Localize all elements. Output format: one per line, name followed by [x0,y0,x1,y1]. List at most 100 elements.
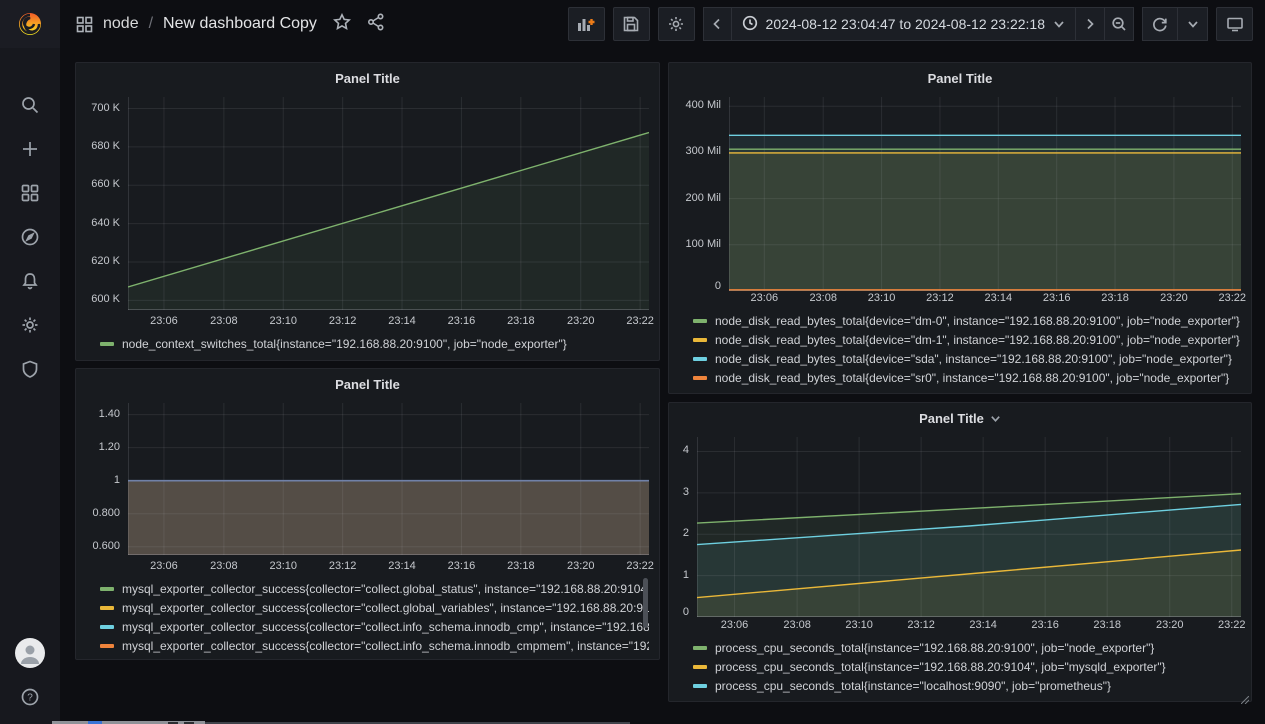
time-picker-group: 2024-08-12 23:04:47 to 2024-08-12 23:22:… [703,7,1134,41]
x-tick-label: 23:08 [783,619,811,631]
panel-header[interactable]: Panel Title [76,369,659,399]
legend-swatch-icon [693,376,707,380]
legend-swatch-icon [100,644,114,648]
user-avatar[interactable] [15,638,45,668]
legend-item[interactable]: node_disk_read_bytes_total{device="sr0",… [693,368,1241,387]
panel-title: Panel Title [919,411,984,426]
refresh-button[interactable] [1142,7,1178,41]
zoom-out-time-button[interactable] [1105,7,1134,41]
chart-plot-area[interactable] [128,403,649,555]
x-tick-label: 23:16 [1031,619,1059,631]
create-plus-icon[interactable] [19,138,41,160]
y-tick-label: 620 K [91,255,120,267]
y-axis-labels: 0100 Mil200 Mil300 Mil400 Mil [675,97,729,307]
dashboard-grid-icon[interactable] [76,16,93,33]
legend-item[interactable]: mysql_exporter_collector_success{collect… [100,636,649,655]
x-tick-label: 23:12 [329,560,357,572]
panel-node-disk-read-bytes: Panel Title 0100 Mil200 Mil300 Mil400 Mi… [668,62,1252,394]
legend-label: node_disk_read_bytes_total{device="dm-0"… [715,314,1240,328]
legend-item[interactable]: node_context_switches_total{instance="19… [100,334,649,353]
x-tick-label: 23:22 [626,315,654,327]
x-axis-labels: 23:0623:0823:1023:1223:1423:1623:1823:20… [729,287,1241,307]
tv-kiosk-mode-button[interactable] [1216,7,1253,41]
star-icon[interactable] [333,13,351,36]
legend-item[interactable]: node_disk_read_bytes_total{device="dm-0"… [693,311,1241,330]
panel-header[interactable]: Panel Title [669,403,1251,433]
legend-label: process_cpu_seconds_total{instance="loca… [715,679,1111,693]
x-tick-label: 23:16 [1043,292,1071,304]
x-tick-label: 23:14 [388,560,416,572]
configuration-gear-icon[interactable] [19,314,41,336]
x-tick-label: 23:20 [1160,292,1188,304]
x-tick-label: 23:06 [150,315,178,327]
grafana-logo[interactable] [0,0,60,48]
x-tick-label: 23:10 [269,560,297,572]
admin-shield-icon[interactable] [19,358,41,380]
legend-swatch-icon [100,606,114,610]
x-tick-label: 23:06 [150,560,178,572]
legend: mysql_exporter_collector_success{collect… [100,579,649,655]
legend-item[interactable]: mysql_exporter_collector_success{collect… [100,598,649,617]
legend-label: mysql_exporter_collector_success{collect… [122,639,649,653]
x-tick-label: 23:10 [269,315,297,327]
x-tick-label: 23:06 [751,292,779,304]
breadcrumb-section[interactable]: node [103,15,139,33]
x-tick-label: 23:14 [985,292,1013,304]
help-icon[interactable]: ? [19,686,41,708]
legend-swatch-icon [693,338,707,342]
dashboards-icon[interactable] [19,182,41,204]
y-tick-label: 640 K [91,217,120,229]
panel-title: Panel Title [928,71,993,86]
time-range-picker[interactable]: 2024-08-12 23:04:47 to 2024-08-12 23:22:… [732,7,1076,41]
y-tick-label: 1.40 [99,408,120,420]
chart-plot-area[interactable] [128,97,649,310]
legend-scrollbar[interactable] [643,578,648,628]
legend-label: process_cpu_seconds_total{instance="192.… [715,641,1154,655]
time-shift-forward-button[interactable] [1076,7,1105,41]
clock-icon [742,15,758,34]
refresh-interval-chevron[interactable] [1178,7,1208,41]
y-tick-label: 3 [683,486,689,498]
breadcrumb: node / New dashboard Copy [76,15,317,33]
x-tick-label: 23:22 [626,560,654,572]
y-axis-labels: 01234 [675,437,697,634]
x-tick-label: 23:08 [210,560,238,572]
legend-item[interactable]: node_disk_read_bytes_total{device="dm-1"… [693,330,1241,349]
legend-item[interactable]: node_disk_read_bytes_total{device="sda",… [693,349,1241,368]
legend-label: process_cpu_seconds_total{instance="192.… [715,660,1166,674]
dashboard-settings-button[interactable] [658,7,695,41]
add-panel-button[interactable] [568,7,605,41]
legend-swatch-icon [693,319,707,323]
alerting-bell-icon[interactable] [19,270,41,292]
share-icon[interactable] [367,13,385,36]
legend-item[interactable]: process_cpu_seconds_total{instance="192.… [693,638,1241,657]
search-icon[interactable] [19,94,41,116]
refresh-group [1142,7,1208,41]
dashboard-title[interactable]: New dashboard Copy [163,15,317,33]
y-tick-label: 0.800 [92,507,120,519]
x-tick-label: 23:18 [1101,292,1129,304]
panel-header[interactable]: Panel Title [76,63,659,93]
legend-swatch-icon [693,646,707,650]
legend-item[interactable]: process_cpu_seconds_total{instance="loca… [693,676,1241,695]
y-tick-label: 4 [683,444,689,456]
legend-item[interactable]: process_cpu_seconds_total{instance="192.… [693,657,1241,676]
save-dashboard-button[interactable] [613,7,650,41]
panel-resize-handle[interactable] [1241,691,1249,699]
legend-label: mysql_exporter_collector_success{collect… [122,601,649,615]
x-tick-label: 23:20 [567,560,595,572]
chart-plot-area[interactable] [729,97,1241,287]
y-tick-label: 0 [683,606,689,618]
breadcrumb-separator: / [149,15,153,33]
time-range-text: 2024-08-12 23:04:47 to 2024-08-12 23:22:… [766,16,1045,32]
time-shift-back-button[interactable] [703,7,732,41]
panel-header[interactable]: Panel Title [669,63,1251,93]
legend-item[interactable]: mysql_exporter_collector_success{collect… [100,579,649,598]
x-tick-label: 23:10 [845,619,873,631]
explore-compass-icon[interactable] [19,226,41,248]
panel-title: Panel Title [335,377,400,392]
legend-item[interactable]: mysql_exporter_collector_success{collect… [100,617,649,636]
x-tick-label: 23:20 [1156,619,1184,631]
chart-plot-area[interactable] [697,437,1241,614]
y-tick-label: 680 K [91,140,120,152]
